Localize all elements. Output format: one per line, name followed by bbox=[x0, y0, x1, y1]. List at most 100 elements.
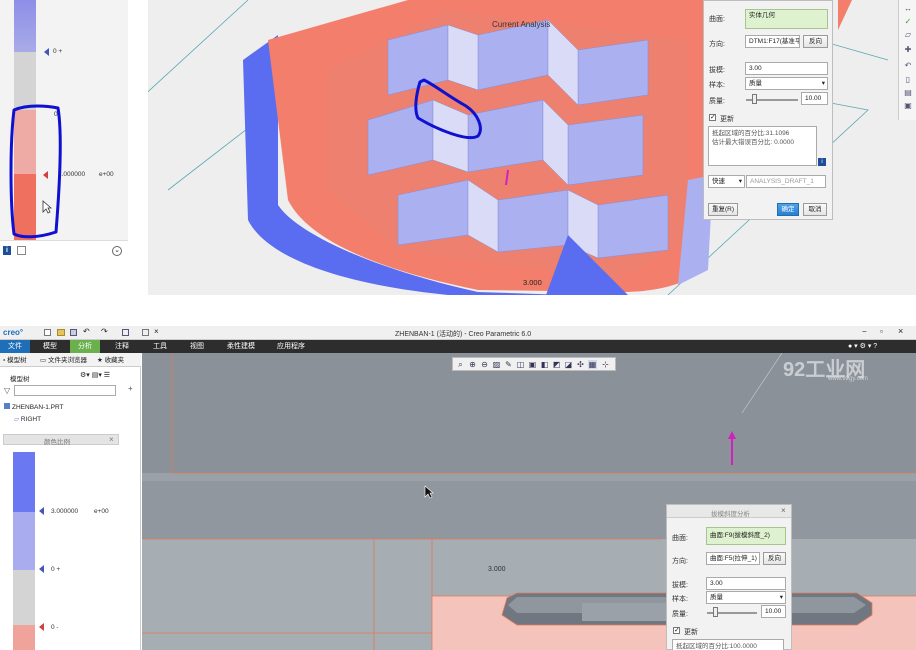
update-checkbox[interactable]: ✓ bbox=[673, 627, 680, 634]
menu-applications[interactable]: 应用程序 bbox=[271, 340, 311, 353]
close-window-icon[interactable]: × bbox=[154, 327, 159, 336]
scale-label-zero-plus: 0 + bbox=[53, 48, 63, 55]
spin-center-icon[interactable]: ⊹ bbox=[601, 360, 610, 369]
check-icon[interactable]: ✓ bbox=[903, 18, 913, 26]
scale-label-value: 3.000000 bbox=[51, 508, 79, 515]
view-manager-icon[interactable]: ◧ bbox=[540, 360, 549, 369]
tree-item-right[interactable]: ▱ RIGHT bbox=[14, 415, 41, 423]
scale-band-red bbox=[13, 625, 35, 650]
chevron-down-icon[interactable]: ⌄ bbox=[112, 246, 122, 256]
minimize-icon[interactable]: − bbox=[862, 327, 867, 336]
navigator-tabs: 🞘 模型树 ▭ 文件夹浏览器 ★ 收藏夹 bbox=[0, 353, 141, 367]
image-icon[interactable]: ▣ bbox=[903, 102, 913, 110]
open-folder-icon[interactable] bbox=[57, 329, 65, 336]
draft-label: 拔模: bbox=[672, 582, 688, 589]
saved-views-icon[interactable]: ◫ bbox=[516, 360, 525, 369]
sample-select[interactable]: 质量 ▾ bbox=[745, 77, 828, 90]
current-analysis-label: Current Analysis bbox=[492, 20, 551, 29]
surface-field[interactable]: 曲面:F9(拔模斜度_2) bbox=[706, 527, 786, 545]
direction-field[interactable]: 曲面:F5(拉伸_1) bbox=[706, 552, 760, 565]
save-icon[interactable] bbox=[70, 329, 77, 336]
close-icon[interactable]: × bbox=[109, 435, 114, 444]
mode-select[interactable]: 快速 ▾ bbox=[708, 175, 745, 188]
repaint-icon[interactable]: ▨ bbox=[492, 360, 501, 369]
move-icon[interactable]: ✚ bbox=[903, 46, 913, 54]
scale-label-exp: e+00 bbox=[94, 508, 109, 515]
print-icon[interactable]: ▤ bbox=[903, 89, 913, 97]
menu-tools[interactable]: 工具 bbox=[145, 340, 175, 353]
window-title-bar: creo° ↶ ↷ × ZHENBAN-1 (活动的) - Creo Param… bbox=[0, 326, 916, 340]
draft-input[interactable]: 3.00 bbox=[745, 62, 828, 75]
tree-settings-icon[interactable]: ⚙▾ ▤▾ ☰ bbox=[80, 371, 110, 379]
update-label: 更新 bbox=[720, 116, 734, 123]
regenerate-icon[interactable] bbox=[122, 329, 129, 336]
zoom-out-icon[interactable]: ⊖ bbox=[480, 360, 489, 369]
flip-button[interactable]: 反向 bbox=[763, 552, 786, 565]
cancel-button[interactable]: 取消 bbox=[803, 203, 827, 216]
menu-view[interactable]: 视图 bbox=[182, 340, 212, 353]
analysis-name-field[interactable]: ANALYSIS_DRAFT_1 bbox=[746, 175, 826, 188]
undo-icon[interactable]: ↶ bbox=[903, 62, 913, 70]
zoom-in-icon[interactable]: ⊕ bbox=[468, 360, 477, 369]
tree-search-input[interactable] bbox=[14, 385, 116, 396]
close-icon[interactable]: × bbox=[898, 326, 903, 336]
windows-icon[interactable] bbox=[142, 329, 149, 336]
view-toolbar: ⌕ ⊕ ⊖ ▨ ✎ ◫ ▣ ◧ ◩ ◪ ✣ ▦ ⊹ bbox=[452, 357, 616, 371]
close-icon[interactable]: × bbox=[781, 506, 786, 515]
display-style-icon[interactable]: ▣ bbox=[528, 360, 537, 369]
section-icon[interactable]: ◪ bbox=[564, 360, 573, 369]
info-icon[interactable]: i bbox=[3, 246, 11, 255]
menu-analysis[interactable]: 分析 bbox=[70, 340, 100, 353]
add-icon[interactable]: + bbox=[128, 384, 133, 393]
perspective-icon[interactable]: ◩ bbox=[552, 360, 561, 369]
surface-label: 曲面: bbox=[709, 16, 725, 23]
draft-label: 拔模: bbox=[709, 67, 725, 74]
quality-input[interactable]: 10.00 bbox=[761, 605, 786, 618]
scale-marker-icon bbox=[39, 507, 44, 515]
info-icon[interactable]: i bbox=[818, 158, 826, 166]
direction-label: 方向: bbox=[672, 558, 688, 565]
tree-item-part[interactable]: ZHENBAN-1.PRT bbox=[4, 403, 64, 411]
quality-slider-knob[interactable] bbox=[752, 94, 757, 104]
tab-model-tree[interactable]: 🞘 模型树 bbox=[3, 356, 27, 366]
flip-button[interactable]: 反向 bbox=[803, 35, 828, 48]
surface-field[interactable]: 实体几何 bbox=[745, 9, 828, 29]
bottom-graphics-canvas[interactable]: ⌕ ⊕ ⊖ ▨ ✎ ◫ ▣ ◧ ◩ ◪ ✣ ▦ ⊹ 92工业网 www.92gy… bbox=[142, 353, 916, 650]
datum-display-icon[interactable]: ✣ bbox=[576, 360, 585, 369]
result-area: 抵起区域的百分比:31.1096 估计最大错误百分比: 0.0000 bbox=[708, 126, 817, 166]
draft-input[interactable]: 3.00 bbox=[706, 577, 786, 590]
quality-input[interactable]: 10.00 bbox=[801, 92, 828, 105]
reorient-icon[interactable]: ✎ bbox=[504, 360, 513, 369]
filter-icon[interactable]: ▽ bbox=[4, 386, 10, 395]
new-file-icon[interactable] bbox=[44, 329, 51, 336]
quality-slider-knob[interactable] bbox=[713, 607, 718, 617]
annotation-display-icon[interactable]: ▦ bbox=[588, 360, 597, 369]
tab-folder-browser[interactable]: ▭ 文件夹浏览器 bbox=[40, 356, 87, 366]
document-icon[interactable]: ▯ bbox=[903, 76, 913, 84]
maximize-icon[interactable]: ▫ bbox=[880, 327, 883, 336]
scale-band-light-blue bbox=[13, 512, 35, 570]
resize-icon[interactable]: ↔ bbox=[903, 5, 913, 13]
menu-flexible-modeling[interactable]: 柔性建模 bbox=[221, 340, 261, 353]
help-icon[interactable]: ● ▾ ⚙ ▾ ? bbox=[848, 342, 877, 350]
mode-select-value: 快速 bbox=[712, 178, 725, 185]
undo-icon[interactable]: ↶ bbox=[83, 327, 90, 336]
update-checkbox[interactable]: ✓ bbox=[709, 114, 716, 121]
tab-favorites[interactable]: ★ 收藏夹 bbox=[97, 356, 124, 366]
update-label: 更新 bbox=[684, 629, 698, 636]
dialog-title: 拔模斜度分析 bbox=[711, 511, 750, 518]
tab-model-tree-label: 模型树 bbox=[7, 357, 27, 364]
redo-icon[interactable]: ↷ bbox=[101, 327, 108, 336]
sample-select[interactable]: 质量 ▾ bbox=[706, 591, 786, 604]
layer-icon[interactable] bbox=[17, 246, 26, 255]
plane-icon[interactable]: ▱ bbox=[903, 31, 913, 39]
ok-button[interactable]: 确定 bbox=[777, 203, 799, 216]
bottom-draft-dialog: 拔模斜度分析 × 曲面: 曲面:F9(拔模斜度_2) 方向: 曲面:F5(拉伸_… bbox=[666, 504, 792, 650]
top-screenshot: 0 + 0 1.000000 e+00 i ⌄ Current Analysis… bbox=[0, 0, 916, 298]
menu-model[interactable]: 模型 bbox=[36, 340, 64, 353]
zoom-fit-icon[interactable]: ⌕ bbox=[456, 360, 465, 369]
menu-file[interactable]: 文件 bbox=[0, 340, 30, 353]
repeat-button[interactable]: 重复(R) bbox=[708, 203, 738, 216]
menu-annotate[interactable]: 注释 bbox=[107, 340, 137, 353]
direction-field[interactable]: DTM1:F17(基准平 bbox=[745, 35, 800, 48]
